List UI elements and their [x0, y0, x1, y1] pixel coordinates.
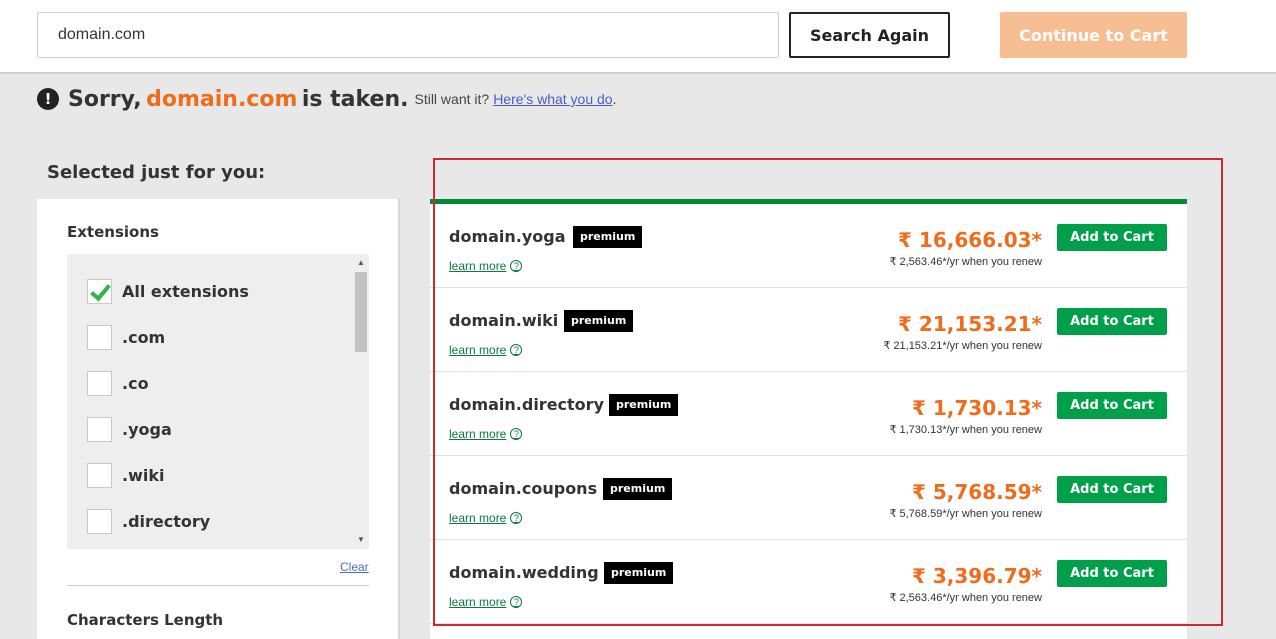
- taken-domain: domain.com: [146, 86, 298, 112]
- extension-label: .wiki: [122, 465, 165, 485]
- extension-option[interactable]: All extensions: [87, 268, 249, 314]
- premium-badge: premium: [604, 562, 674, 584]
- learn-more-link[interactable]: learn more?: [449, 427, 523, 441]
- extension-label: .co: [122, 373, 149, 393]
- domain-result-row: domain.wiki premium learn more? ₹ 21,153.21…: [430, 288, 1187, 372]
- extension-option[interactable]: .yoga: [87, 406, 249, 452]
- renewal-price: ₹ 21,153.21*/yr when you renew: [883, 340, 1042, 352]
- premium-badge: premium: [564, 310, 634, 332]
- taken-period: .: [612, 91, 617, 107]
- help-icon[interactable]: ?: [510, 596, 523, 608]
- domain-result-row: domain.wedding premium learn more? ₹ 3,396.…: [430, 540, 1187, 624]
- scroll-down-arrow-icon[interactable]: ▼: [353, 533, 369, 547]
- price: ₹ 21,153.21*: [898, 312, 1042, 336]
- extension-option[interactable]: .co: [87, 360, 249, 406]
- selected-for-you-heading: Selected just for you:: [47, 162, 266, 183]
- domain-name: domain.yoga: [449, 227, 566, 246]
- price: ₹ 3,396.79*: [911, 564, 1042, 588]
- filter-panel: Extensions All extensions .com .co .yoga .wi…: [37, 199, 400, 639]
- add-to-cart-button[interactable]: Add to Cart: [1057, 308, 1167, 335]
- learn-more-link[interactable]: learn more?: [449, 343, 523, 357]
- domain-taken-message: ! Sorry, domain.com is taken. Still want…: [37, 85, 616, 113]
- domain-result-row: domain.yoga premium learn more? ₹ 16,666.03…: [430, 204, 1187, 288]
- extension-label: .com: [122, 327, 166, 347]
- learn-more-link[interactable]: learn more?: [449, 259, 523, 273]
- domain-results-list: domain.yoga premium learn more? ₹ 16,666.03…: [430, 199, 1187, 639]
- checkbox[interactable]: [87, 416, 112, 442]
- price: ₹ 1,730.13*: [911, 396, 1042, 420]
- learn-more-label: learn more: [449, 427, 507, 441]
- learn-more-label: learn more: [449, 595, 507, 609]
- help-icon[interactable]: ?: [510, 428, 523, 440]
- price: ₹ 16,666.03*: [898, 228, 1042, 252]
- add-to-cart-button[interactable]: Add to Cart: [1057, 476, 1167, 503]
- characters-length-heading: Characters Length: [67, 611, 224, 629]
- premium-badge: premium: [603, 478, 673, 500]
- checked-checkbox[interactable]: [87, 278, 112, 304]
- extension-label: All extensions: [122, 281, 249, 301]
- renewal-price: ₹ 2,563.46*/yr when you renew: [889, 592, 1042, 604]
- taken-prefix: Sorry,: [68, 86, 142, 112]
- checkbox[interactable]: [87, 508, 112, 534]
- top-bar: Search Again Continue to Cart: [0, 0, 1276, 74]
- checkbox[interactable]: [87, 370, 112, 396]
- extension-option[interactable]: .com: [87, 314, 249, 360]
- domain-name: domain.wiki: [449, 311, 559, 330]
- scroll-up-arrow-icon[interactable]: ▲: [353, 256, 369, 270]
- learn-more-link[interactable]: learn more?: [449, 595, 523, 609]
- extension-option[interactable]: .directory: [87, 498, 249, 544]
- alert-icon: !: [37, 88, 59, 110]
- extension-option[interactable]: .wiki: [87, 452, 249, 498]
- divider: [67, 585, 369, 586]
- extensions-list-box: All extensions .com .co .yoga .wiki .director…: [67, 254, 369, 549]
- add-to-cart-button[interactable]: Add to Cart: [1057, 392, 1167, 419]
- add-to-cart-button[interactable]: Add to Cart: [1057, 560, 1167, 587]
- extension-label: .directory: [122, 511, 211, 531]
- add-to-cart-button[interactable]: Add to Cart: [1057, 224, 1167, 251]
- search-again-button[interactable]: Search Again: [789, 12, 950, 58]
- extensions-heading: Extensions: [67, 223, 159, 241]
- price: ₹ 5,768.59*: [911, 480, 1042, 504]
- scroll-thumb[interactable]: [355, 272, 367, 352]
- premium-badge: premium: [609, 394, 679, 416]
- learn-more-label: learn more: [449, 511, 507, 525]
- domain-result-row: domain.directory premium learn more? ₹ 1,73…: [430, 372, 1187, 456]
- continue-to-cart-button[interactable]: Continue to Cart: [1000, 12, 1187, 58]
- renewal-price: ₹ 1,730.13*/yr when you renew: [889, 424, 1042, 436]
- domain-name: domain.wedding: [449, 563, 599, 582]
- renewal-price: ₹ 2,563.46*/yr when you renew: [889, 256, 1042, 268]
- domain-name: domain.coupons: [449, 479, 598, 498]
- help-icon[interactable]: ?: [510, 512, 523, 524]
- domain-name: domain.directory: [449, 395, 604, 414]
- learn-more-label: learn more: [449, 343, 507, 357]
- checkbox[interactable]: [87, 462, 112, 488]
- renewal-price: ₹ 5,768.59*/yr when you renew: [889, 508, 1042, 520]
- extensions-scrollbar[interactable]: ▲ ▼: [353, 254, 369, 549]
- domain-result-row: domain.coupons premium learn more? ₹ 5,768.…: [430, 456, 1187, 540]
- still-want-it-text: Still want it?: [414, 91, 490, 107]
- help-icon[interactable]: ?: [510, 344, 523, 356]
- learn-more-label: learn more: [449, 259, 507, 273]
- premium-badge: premium: [573, 226, 643, 248]
- heres-what-you-do-link[interactable]: Here's what you do: [493, 91, 612, 107]
- learn-more-link[interactable]: learn more?: [449, 511, 523, 525]
- taken-suffix: is taken.: [301, 86, 409, 112]
- clear-filter-link[interactable]: Clear: [340, 560, 369, 574]
- extension-label: .yoga: [122, 419, 172, 439]
- extensions-list: All extensions .com .co .yoga .wiki .director…: [87, 268, 249, 544]
- checkbox[interactable]: [87, 324, 112, 350]
- help-icon[interactable]: ?: [510, 260, 523, 272]
- search-input[interactable]: [37, 12, 779, 58]
